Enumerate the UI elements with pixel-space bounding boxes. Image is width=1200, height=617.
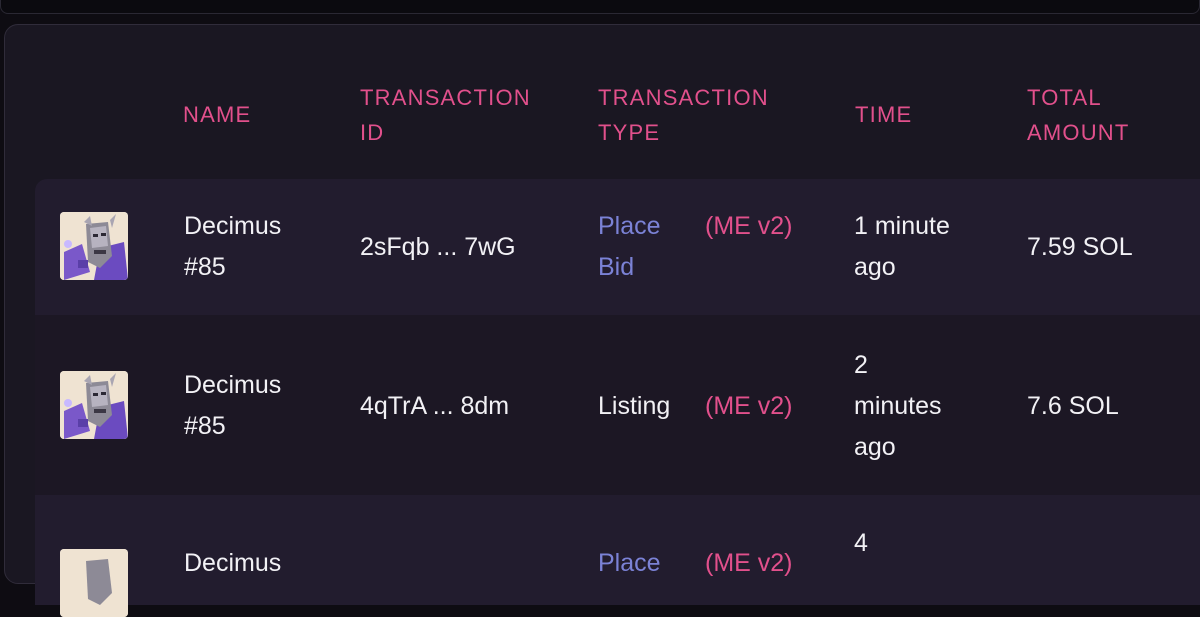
header-name[interactable]: NAME xyxy=(183,97,251,132)
total-amount: 7.6 SOL xyxy=(1027,392,1119,420)
top-bar xyxy=(0,0,1200,14)
time-ago: 2 minutes ago xyxy=(854,345,942,468)
time-ago-line1: 1 minute xyxy=(854,212,950,240)
transaction-type: Listing xyxy=(598,392,671,420)
table-row[interactable]: Decimus #85 2sFqb ... 7wG Place Bid (ME … xyxy=(35,179,1200,315)
time-ago-line3: ago xyxy=(854,433,896,461)
nft-name-line1: Decimus xyxy=(184,212,282,240)
header-time[interactable]: TIME xyxy=(855,97,912,132)
marketplace-label: (ME v2) xyxy=(705,392,793,420)
header-total-amount-line2: AMOUNT xyxy=(1027,120,1130,145)
header-transaction-type[interactable]: TRANSACTION TYPE xyxy=(598,80,769,150)
robot-nft-thumbnail-icon[interactable] xyxy=(60,371,128,439)
header-transaction-type-line2: TYPE xyxy=(598,120,661,145)
header-transaction-type-line1: TRANSACTION xyxy=(598,85,769,110)
header-total-amount[interactable]: TOTAL AMOUNT xyxy=(1027,80,1130,150)
marketplace-label: (ME v2) xyxy=(705,212,793,240)
header-transaction-id[interactable]: TRANSACTION ID xyxy=(360,80,531,150)
transactions-panel: NAME TRANSACTION ID TRANSACTION TYPE TIM… xyxy=(4,24,1200,617)
nft-name-line2: #85 xyxy=(184,253,226,281)
table-row[interactable]: Decimus Place (ME v2) 4 xyxy=(35,495,1200,617)
header-total-amount-line1: TOTAL xyxy=(1027,85,1102,110)
time-ago: 1 minute ago xyxy=(854,206,950,288)
header-transaction-id-line2: ID xyxy=(360,120,385,145)
transaction-type-link[interactable]: Place Bid xyxy=(598,206,661,288)
marketplace-label: (ME v2) xyxy=(705,549,793,577)
transaction-id[interactable]: 4qTrA ... 8dm xyxy=(360,386,509,427)
time-ago-line1: 2 xyxy=(854,351,868,379)
transaction-type-link[interactable]: Place xyxy=(598,543,661,584)
nft-name-line1: Decimus xyxy=(184,371,282,399)
table-row[interactable]: Decimus #85 4qTrA ... 8dm Listing (ME v2… xyxy=(35,315,1200,495)
transaction-type-line1: Place xyxy=(598,212,661,240)
nft-name[interactable]: Decimus xyxy=(184,543,281,584)
time-ago-line2: minutes xyxy=(854,392,942,420)
time-ago: 4 xyxy=(854,529,868,557)
total-amount: 7.59 SOL xyxy=(1027,233,1133,261)
nft-name-line2: #85 xyxy=(184,412,226,440)
robot-nft-thumbnail-icon[interactable] xyxy=(60,212,128,280)
nft-name[interactable]: Decimus #85 xyxy=(184,206,281,288)
nft-name[interactable]: Decimus #85 xyxy=(184,365,281,447)
robot-nft-thumbnail-icon[interactable] xyxy=(60,549,128,617)
header-transaction-id-line1: TRANSACTION xyxy=(360,85,531,110)
time-ago-line2: ago xyxy=(854,253,896,281)
transaction-type-line2: Bid xyxy=(598,253,635,281)
transaction-id[interactable]: 2sFqb ... 7wG xyxy=(360,227,516,268)
